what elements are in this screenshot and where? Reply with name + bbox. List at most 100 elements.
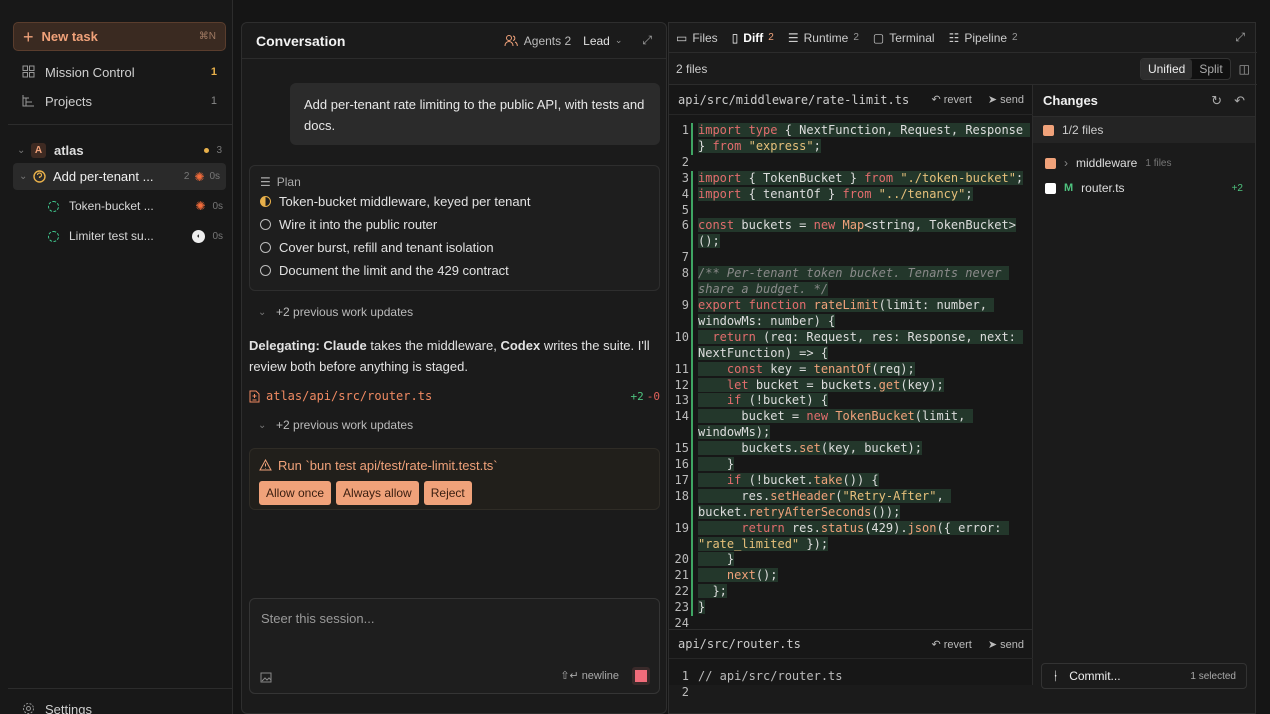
gear-icon [22,702,36,714]
plan-item-label: Document the limit and the 429 contract [279,263,509,278]
grid-icon [22,65,36,79]
code-line: 2 [681,154,689,169]
unchecked-checkbox[interactable] [1045,182,1056,194]
org-row-atlas[interactable]: ⌄ A atlas 3 [17,138,222,162]
sidebar-toggle-icon[interactable]: ◫ [1239,62,1250,76]
agent-name: Claude [323,338,367,353]
partial-checkbox[interactable] [1043,124,1054,136]
plan-item: Document the limit and the 429 contract [260,259,649,282]
revert-button[interactable]: ↶ revert [931,93,971,106]
tab-files[interactable]: ▭ Files [676,23,718,53]
new-task-button[interactable]: + New task ⌘N [13,22,226,51]
updates-label: +2 previous work updates [276,418,414,432]
task-icon [33,170,46,183]
file-reference[interactable]: atlas/api/src/router.ts +2 -0 [249,387,660,405]
checked-checkbox[interactable] [1045,157,1056,169]
code-line: 16 } [674,457,735,473]
tab-pipeline[interactable]: ☷ Pipeline 2 [949,23,1018,53]
task-row-active[interactable]: ⌄ Add per-tenant ... 2 ✺ 0s [13,163,226,190]
tab-label: Files [692,30,718,45]
sidebar-item-projects[interactable]: Projects 1 [13,88,226,114]
selection-row[interactable]: 1/2 files [1033,117,1255,143]
settings-button[interactable]: Settings [13,696,226,714]
file-diff-icon [249,390,260,402]
previous-updates-toggle[interactable]: ⌄ +2 previous work updates [258,415,558,435]
conversation-panel: Conversation Agents 2 Lead ⌄ ⤢ Add per-t… [241,22,667,714]
running-icon [48,230,59,242]
revert-button[interactable]: ↶ revert [931,638,971,651]
send-button[interactable]: ➤ send [988,93,1024,106]
plan-header: ☰ Plan [260,174,649,190]
unified-button[interactable]: Unified [1140,58,1193,79]
code-line: 17 if (!bucket.take()) { [674,472,879,489]
stop-button[interactable] [632,667,650,685]
selection-count: 1/2 files [1062,123,1104,137]
code-line: 6 const buckets = new Map<string, TokenBu… [681,218,1016,251]
code-line: 2 [669,684,1033,700]
changes-header: Changes ↻ ↶ [1033,85,1255,117]
send-label: send [1000,638,1024,651]
chevron-down-icon: ⌄ [17,144,26,156]
attach-image-icon[interactable] [260,671,273,684]
file-path: atlas/api/src/router.ts [266,389,433,403]
code-line: 19 return res.status(429).json({ error: … [674,520,1009,553]
always-allow-button[interactable]: Always allow [336,481,419,505]
expand-icon[interactable]: ⤢ [1235,30,1245,45]
plan-item: Token-bucket middleware, keyed per tenan… [260,190,649,213]
code-line: 7 [669,250,1033,267]
code-line: 18 res.setHeader("Retry-After", bucket.r… [674,488,951,521]
reject-button[interactable]: Reject [423,481,472,505]
commit-button[interactable]: ᚽ Commit... 1 selected [1041,663,1247,689]
undo-icon[interactable]: ↶ [1234,93,1245,109]
app-window: + New task ⌘N Mission Control 1 Projects… [0,0,1270,714]
delegation-prefix: Delegating: [249,338,320,353]
lead-dropdown[interactable]: Lead ⌄ [583,34,622,48]
composer-input[interactable]: Steer this session... [261,611,374,626]
subtask-row[interactable]: Limiter test su... ◐ 0s [48,224,223,248]
plan-item: Cover burst, refill and tenant isolation [260,236,649,259]
split-button[interactable]: Split [1192,59,1229,79]
folder-count: 1 files [1145,157,1172,169]
subtask-label: Token-bucket ... [69,199,154,213]
count-badge: 1 [210,66,217,78]
folder-icon: ▭ [676,30,688,45]
changes-file-row[interactable]: M router.ts +2 [1033,176,1255,200]
diff-file-path: api/src/middleware/rate-limit.ts [678,92,910,107]
code-line: 1 import type { NextFunction, Request, Re… [681,123,1031,155]
pending-icon [260,265,271,276]
previous-updates-toggle[interactable]: ⌄ +2 previous work updates [258,302,558,322]
code-line: 13 if (!bucket) { [674,393,829,410]
agents-button[interactable]: Agents 2 [504,34,571,48]
updates-label: +2 previous work updates [276,305,414,319]
sidebar-item-label: Projects [45,93,92,109]
chevron-down-icon: ⌄ [258,419,267,431]
chevron-down-icon: ⌄ [258,306,267,318]
chevron-right-icon: › [1064,156,1068,170]
org-name: atlas [54,142,84,158]
conversation-title: Conversation [256,32,346,49]
tab-count: 2 [1012,32,1018,43]
tab-terminal[interactable]: ▢ Terminal [873,23,935,53]
code-line: 8/** Per-tenant token bucket. Tenants ne… [681,266,1009,298]
expand-icon[interactable]: ⤢ [642,33,652,48]
refresh-icon[interactable]: ↻ [1211,93,1222,109]
diff-file-header: api/src/router.ts ↶ revert ➤ send [669,629,1033,659]
count-badge: 1 [210,95,217,107]
sidebar-item-mission-control[interactable]: Mission Control 1 [13,59,226,85]
new-task-label: New task [41,29,98,44]
org-count: 3 [216,144,222,156]
changes-folder-row[interactable]: › middleware 1 files [1033,151,1255,175]
claude-icon: ✺ [195,199,206,213]
code-line: 23} [674,600,706,617]
tab-diff[interactable]: ▯ Diff 2 [732,23,774,53]
send-button[interactable]: ➤ send [988,638,1024,651]
allow-once-button[interactable]: Allow once [259,481,332,505]
tab-runtime[interactable]: ☰ Runtime 2 [788,23,859,53]
user-message: Add per-tenant rate limiting to the publ… [290,83,660,145]
server-icon: ☰ [787,30,799,45]
code-line: 1// api/src/router.ts [669,668,1033,684]
agents-label: Agents 2 [523,33,572,48]
subtask-row[interactable]: Token-bucket ... ✺ 0s [48,194,223,218]
in-progress-icon [260,196,271,207]
